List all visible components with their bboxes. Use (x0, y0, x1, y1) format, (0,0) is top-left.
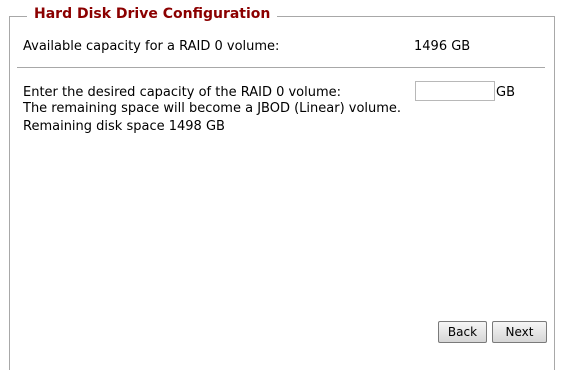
section-divider (17, 67, 545, 68)
available-capacity-value: 1496 GB (414, 39, 471, 54)
available-capacity-label: Available capacity for a RAID 0 volume: (23, 39, 280, 54)
raid-capacity-unit: GB (496, 85, 515, 100)
raid-capacity-input[interactable] (415, 81, 495, 101)
next-button[interactable]: Next (492, 321, 547, 343)
available-capacity-row: Available capacity for a RAID 0 volume: … (23, 38, 523, 56)
back-button[interactable]: Back (438, 321, 487, 343)
section-title: Hard Disk Drive Configuration (27, 6, 278, 23)
hdd-config-panel (9, 16, 555, 370)
remaining-space-note: The remaining space will become a JBOD (… (23, 101, 402, 116)
remaining-disk-space: Remaining disk space 1498 GB (23, 119, 225, 134)
